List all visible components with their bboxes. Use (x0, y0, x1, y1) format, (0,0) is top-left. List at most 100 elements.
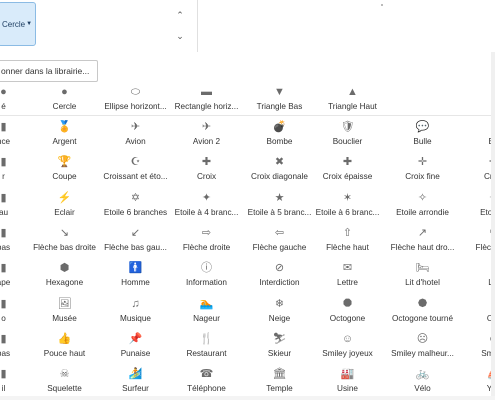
shape-gallery-item[interactable]: 🛏 Lit d'hotel (385, 258, 460, 292)
shape-gallery-item[interactable]: ⯃ Octogone (310, 294, 385, 328)
smiley-sad-icon: ☹ (416, 333, 429, 345)
shape-gallery-label: Croix (196, 172, 217, 181)
shape-gallery-item[interactable]: ✛ Croix fine (385, 152, 460, 186)
gallery-row: ▮ r 🏆 Coupe ☪ Croissant et éto... ✚ Croix ✖ Croix… (0, 152, 495, 186)
shape-gallery-label: Punaise (120, 349, 151, 358)
shape-gallery-item[interactable]: ✦ Etoile à 4 branc... (169, 188, 244, 222)
shape-gallery-label: Vélo (414, 384, 431, 393)
shape-gallery-item[interactable]: 👍 Pouce haut (27, 329, 102, 363)
shape-gallery-label: Etoile 6 branches (103, 208, 168, 217)
shape-gallery-item[interactable]: ⛷ Skieur (242, 329, 317, 363)
vertical-scrollbar[interactable] (491, 52, 495, 396)
shape-gallery-item[interactable]: ❄ Neige (242, 294, 317, 328)
shape-gallery-item[interactable]: ☻Smiley (456, 329, 495, 363)
shape-dropdown-button[interactable]: Cercle ▼ (0, 2, 36, 46)
shape-gallery-label: Cercle (52, 102, 77, 111)
shape-gallery-item[interactable]: ☺ Smiley joyeux (310, 329, 385, 363)
shape-gallery-item[interactable]: ✚ Croix (169, 152, 244, 186)
shape-gallery-item[interactable]: ✉ Lettre (310, 258, 385, 292)
shape-gallery-item[interactable]: ✶ Etoile à 6 branc... (310, 188, 385, 222)
shape-gallery-item[interactable]: ☎ Téléphone (169, 364, 244, 398)
library-link[interactable]: onner dans la librairie... (0, 60, 99, 82)
shape-gallery-label: Surfeur (122, 384, 149, 393)
shape-gallery-item[interactable]: ⊘ Interdiction (242, 258, 317, 292)
shape-gallery-label: Musique (120, 314, 151, 323)
shape-gallery-item[interactable]: ✚ Croix épaisse (310, 152, 385, 186)
shape-gallery-item[interactable]: 🚹 Homme (98, 258, 173, 292)
shape-gallery-label: Bombe (266, 137, 293, 146)
shape-gallery-label: Rectangle horiz... (174, 102, 239, 111)
shape-gallery-item[interactable]: 🏆 Coupe (27, 152, 102, 186)
shape-gallery-item[interactable]: ★ Etoile à 5 branc... (242, 188, 317, 222)
hexagon-icon: ⬢ (59, 262, 70, 274)
partial-icon: ✛ (456, 154, 495, 171)
shape-gallery-item[interactable]: ✦Etoile s (456, 188, 495, 222)
shape-gallery-item[interactable]: ✈ Avion 2 (169, 117, 244, 151)
shape-gallery-item[interactable]: ♫ Musique (98, 294, 173, 328)
shape-gallery-label: Argent (52, 137, 77, 146)
shape-gallery-item[interactable]: ↘ Flèche bas droite (27, 223, 102, 257)
shape-gallery-item[interactable]: 💬 Bulle (385, 117, 460, 151)
plane-icon: ✈ (130, 121, 141, 133)
shape-gallery-label: Smiley joyeux (322, 349, 373, 358)
shape-gallery-item[interactable]: 🏭 Usine (310, 364, 385, 398)
shape-gallery-item[interactable]: 🖼 Musée (27, 294, 102, 328)
shape-gallery-item[interactable]: ✡ Etoile 6 branches (98, 188, 173, 222)
shape-gallery-item[interactable]: 💣 Bombe (242, 117, 317, 151)
shape-gallery-item[interactable]: ▬ Rectangle horiz... (169, 82, 244, 116)
shape-gallery-item[interactable]: ⇦ Flèche gauche (242, 223, 317, 257)
shape-dropdown-label: Cercle (2, 19, 26, 29)
gallery-scroll[interactable]: ⌃ ⌄ (172, 10, 188, 42)
shield-icon: 🛡 (340, 121, 355, 133)
shape-gallery-item[interactable]: 🛡 Bouclier (310, 117, 385, 151)
telephone-icon: ☎ (199, 368, 214, 380)
shape-gallery-item[interactable]: ● Cercle (27, 82, 102, 116)
shape-gallery-item[interactable]: ▲ Triangle Haut (315, 82, 390, 116)
shape-gallery-item[interactable]: ⇨ Flèche droite (169, 223, 244, 257)
shape-gallery-item[interactable]: ▼ Triangle Bas (242, 82, 317, 116)
shape-gallery-item[interactable]: 📌 Punaise (98, 329, 173, 363)
shape-gallery-item[interactable]: ⬢ Hexagone (27, 258, 102, 292)
shape-gallery-item[interactable]: 🏛 Temple (242, 364, 317, 398)
shape-gallery-item[interactable]: ⇧ Flèche haut (310, 223, 385, 257)
scroll-down-icon[interactable]: ⌄ (176, 31, 184, 42)
shape-gallery-label: Restaurant (186, 349, 227, 358)
shape-gallery-item[interactable]: ▮Out (456, 294, 495, 328)
shape-gallery-item[interactable]: ✧ Etoile arrondie (385, 188, 460, 222)
shape-gallery-item[interactable]: 🚲 Vélo (385, 364, 460, 398)
triangle-up-icon: ▲ (347, 86, 358, 98)
divider (197, 0, 198, 52)
shape-gallery-item[interactable]: ☪ Croissant et éto... (98, 152, 173, 186)
arrow-left-icon: ⇦ (274, 227, 285, 239)
shape-gallery-item[interactable]: ▯Bu (456, 117, 495, 151)
shape-gallery-item[interactable]: ↗ Flèche haut dro... (385, 223, 460, 257)
divider (381, 4, 383, 6)
shape-gallery-item[interactable]: ▮Liv (456, 258, 495, 292)
scroll-up-icon[interactable]: ⌃ (176, 10, 184, 21)
shape-gallery-label: Temple (266, 384, 293, 393)
shape-gallery-item[interactable]: 🏊 Nageur (169, 294, 244, 328)
shape-gallery-item[interactable]: ⯄ Octogone tourné (385, 294, 460, 328)
shape-gallery-label: Bulle (413, 137, 432, 146)
shape-gallery-item[interactable]: 🍴 Restaurant (169, 329, 244, 363)
shape-gallery-item[interactable]: ↙ Flèche bas gau... (98, 223, 173, 257)
shape-gallery-item[interactable]: ☠ Squelette (27, 364, 102, 398)
shape-gallery-item[interactable]: ⚡ Eclair (27, 188, 102, 222)
shape-gallery-item[interactable]: ☹ Smiley malheur... (385, 329, 460, 363)
shape-gallery-panel: onner dans la librairie... ● é ● Cercle ⬭ Ell… (0, 52, 495, 400)
gallery-row: ▮ au ⚡ Eclair ✡ Etoile 6 branches ✦ Etoile à 4 … (0, 188, 495, 222)
shape-gallery-item[interactable]: ↖Flèche ha (456, 223, 495, 257)
shape-gallery-label: Croix diagonale (251, 172, 308, 181)
shape-gallery-item[interactable]: ⛵Yac (456, 364, 495, 398)
shape-gallery-item[interactable]: ✖ Croix diagonale (242, 152, 317, 186)
thin-cross-icon: ✛ (417, 156, 428, 168)
shape-gallery-item[interactable]: 🏄 Surfeur (98, 364, 173, 398)
shape-gallery-item[interactable]: ⓘ Information (169, 258, 244, 292)
partial-icon: ☻ (456, 331, 495, 348)
shape-gallery-item[interactable]: ✛Croix (456, 152, 495, 186)
shape-gallery-item[interactable]: 🏅 Argent (27, 117, 102, 151)
shape-gallery-label: Etoile à 6 branc... (315, 208, 380, 217)
shape-gallery-item[interactable]: ✈ Avion (98, 117, 173, 151)
gallery-row: ▮bas↘Flèche bas droite↙Flèche bas gau...… (0, 223, 495, 257)
shape-gallery-item[interactable]: ⬭ Ellipse horizont... (98, 82, 173, 116)
